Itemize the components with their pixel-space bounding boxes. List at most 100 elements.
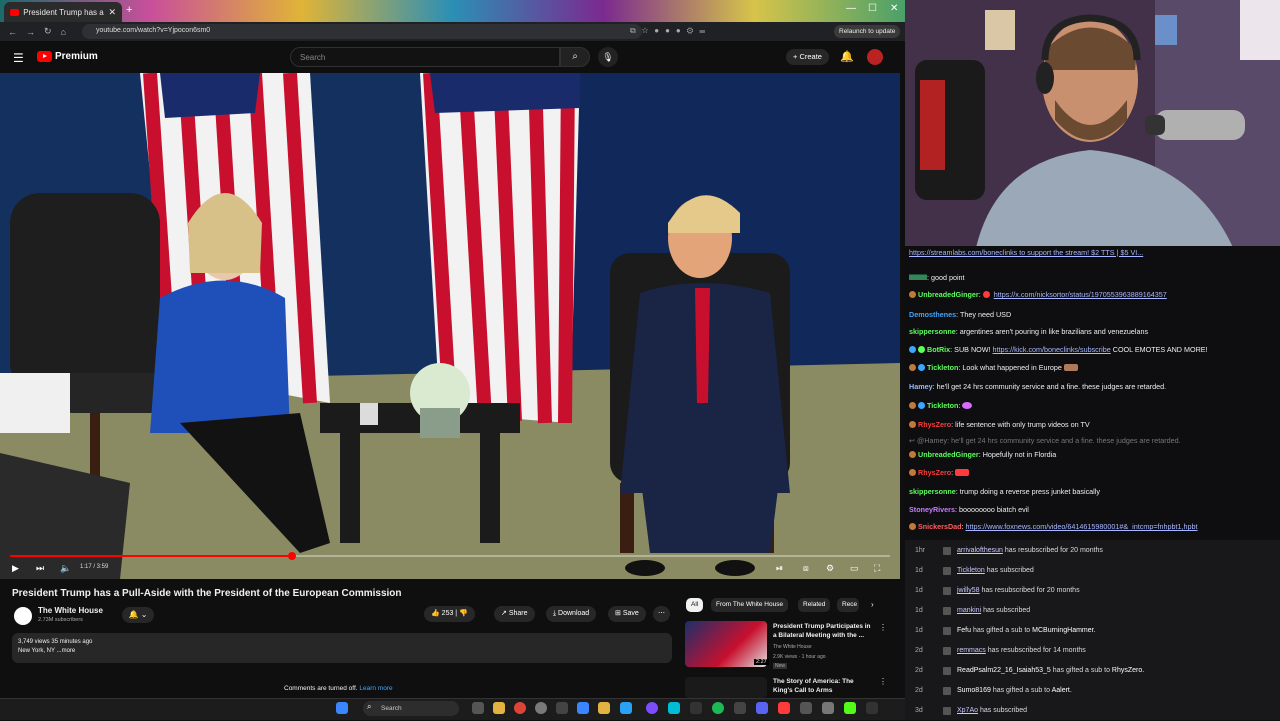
channel-name[interactable]: The White House — [38, 606, 103, 615]
microphone-icon[interactable]: 🎙 — [598, 47, 618, 67]
event-user[interactable]: Xp7Ao — [957, 707, 978, 714]
chrome-icon[interactable] — [514, 702, 526, 714]
progress-scrubber[interactable] — [287, 552, 296, 560]
save-button[interactable]: ⊞ Save — [608, 606, 646, 622]
event-user[interactable]: Tickleton — [957, 567, 985, 574]
chat-link[interactable]: https://x.com/nicksortor/status/19705539… — [994, 290, 1167, 299]
taskbar-search[interactable]: Search — [363, 701, 459, 716]
chat-username[interactable]: lllllllll — [909, 273, 927, 282]
share-button[interactable]: ↗ Share — [494, 606, 535, 622]
like-button[interactable]: 👍 253 | 👎 — [424, 606, 475, 622]
chip-related[interactable]: Related — [798, 598, 831, 612]
related-title[interactable]: The Story of America: The King's Call to… — [773, 677, 873, 695]
spotify-icon[interactable] — [712, 702, 724, 714]
subscription-bell-button[interactable]: 🔔 ⌄ — [122, 607, 154, 623]
fullscreen-icon[interactable]: ⛶ — [874, 563, 880, 574]
file-explorer-icon[interactable] — [493, 702, 505, 714]
app-icon[interactable] — [535, 702, 547, 714]
forward-icon[interactable]: → — [26, 27, 35, 37]
app-icon[interactable] — [556, 702, 568, 714]
maximize-icon[interactable]: ☐ — [868, 3, 877, 14]
chat-username[interactable]: SnickersDad — [918, 522, 962, 531]
chat-link[interactable]: https://kick.com/boneclinks/subscribe — [993, 345, 1111, 354]
settings-gear-icon[interactable]: ⚙ — [826, 563, 834, 574]
chat-username[interactable]: Tickleton — [927, 401, 958, 410]
app-icon[interactable] — [800, 702, 812, 714]
app-icon[interactable] — [822, 702, 834, 714]
new-tab-button[interactable]: + — [126, 4, 132, 16]
discord-icon[interactable] — [756, 702, 768, 714]
search-icon[interactable]: ⌕ — [560, 47, 590, 67]
related-title[interactable]: President Trump Participates in a Bilate… — [773, 622, 873, 640]
app-icon[interactable] — [646, 702, 658, 714]
chips-next-icon[interactable]: › — [871, 600, 874, 609]
chat-username[interactable]: RhysZero — [918, 468, 951, 477]
chip-from-channel[interactable]: From The White House — [711, 598, 789, 612]
chat-username[interactable]: UnbreadedGinger — [918, 450, 979, 459]
chip-all[interactable]: All — [686, 598, 704, 612]
event-target[interactable]: Aalert. — [1052, 687, 1072, 694]
related-more-icon[interactable]: ⋮ — [879, 677, 887, 686]
pinned-banner-text[interactable]: https://streamlabs.com/boneclinks to sup… — [909, 248, 1143, 257]
more-actions-icon[interactable]: ⋯ — [653, 606, 670, 622]
close-window-icon[interactable]: ✕ — [890, 3, 898, 14]
volume-icon[interactable]: 🔈 — [60, 563, 71, 574]
app-icon[interactable] — [866, 702, 878, 714]
kick-icon[interactable] — [844, 702, 856, 714]
chat-username[interactable]: BotRix — [927, 345, 950, 354]
hamburger-menu-icon[interactable]: ☰ — [13, 51, 24, 65]
chat-username[interactable]: skippersonne — [909, 327, 956, 336]
chat-pinned-banner[interactable]: https://streamlabs.com/boneclinks to sup… — [909, 248, 1275, 257]
channel-avatar[interactable] — [14, 607, 32, 625]
app-icon[interactable] — [668, 702, 680, 714]
chat-username[interactable]: StoneyRivers — [909, 505, 955, 514]
relaunch-button[interactable]: Relaunch to update — [834, 25, 901, 38]
chat-username[interactable]: Hamey — [909, 382, 933, 391]
app-icon[interactable] — [778, 702, 790, 714]
notifications-bell-icon[interactable]: 🔔 — [840, 50, 854, 63]
chip-recent[interactable]: Rece — [837, 598, 859, 612]
event-user[interactable]: Sumo8169 — [957, 687, 991, 694]
task-view-icon[interactable] — [472, 702, 484, 714]
minimize-icon[interactable]: — — [846, 3, 856, 14]
home-icon[interactable]: ⌂ — [61, 27, 66, 37]
download-button[interactable]: ⤓ Download — [546, 606, 597, 622]
next-icon[interactable]: ⏭ — [36, 563, 44, 574]
chat-link[interactable]: https://www.foxnews.com/video/6414615980… — [966, 522, 1198, 531]
theater-mode-icon[interactable]: ▭ — [850, 563, 859, 574]
reload-icon[interactable]: ↻ — [44, 26, 52, 37]
event-user[interactable]: ReadPsalm22_16_Isaiah53_5 — [957, 667, 1051, 674]
chat-username[interactable]: UnbreadedGinger — [918, 290, 979, 299]
search-input[interactable]: Search — [290, 47, 560, 67]
event-target[interactable]: MCBurningHammer. — [1032, 627, 1095, 634]
related-more-icon[interactable]: ⋮ — [879, 623, 887, 632]
close-tab-icon[interactable]: ✕ — [108, 7, 116, 18]
event-user[interactable]: mankini — [957, 607, 981, 614]
video-player[interactable] — [0, 73, 900, 579]
learn-more-link[interactable]: Learn more — [359, 685, 392, 692]
windows-start-icon[interactable] — [336, 702, 348, 714]
chat-username[interactable]: Demosthenes — [909, 310, 956, 319]
back-icon[interactable]: ← — [8, 27, 17, 37]
event-user[interactable]: jwilly58 — [957, 587, 980, 594]
folder-icon[interactable] — [598, 702, 610, 714]
obs-icon[interactable] — [690, 702, 702, 714]
app-icon[interactable] — [577, 702, 589, 714]
chat-username[interactable]: Tickleton — [927, 363, 958, 372]
app-icon[interactable] — [734, 702, 746, 714]
chat-username[interactable]: skippersonne — [909, 487, 956, 496]
description-box[interactable]: 3,749 views 35 minutes ago New York, NY … — [12, 633, 672, 663]
extension-icons[interactable]: ⧉☆●●●⚙☰ — [630, 26, 711, 36]
app-icon[interactable] — [620, 702, 632, 714]
autoplay-toggle-icon[interactable]: ⏯ — [776, 563, 783, 574]
url-field[interactable]: youtube.com/watch?v=Yjpocon6sm0 — [82, 24, 642, 39]
browser-tab[interactable]: President Trump has a Pull-Aside ✕ — [4, 2, 122, 22]
create-button[interactable]: + Create — [786, 49, 829, 65]
event-user[interactable]: Fefu — [957, 627, 971, 634]
event-user[interactable]: arrivalofthesun — [957, 547, 1003, 554]
avatar[interactable] — [867, 49, 883, 65]
captions-icon[interactable]: ⧈ — [803, 563, 809, 574]
event-user[interactable]: remmacs — [957, 647, 986, 654]
event-target[interactable]: RhysZero. — [1112, 667, 1144, 674]
youtube-logo[interactable]: Premium — [37, 51, 98, 62]
